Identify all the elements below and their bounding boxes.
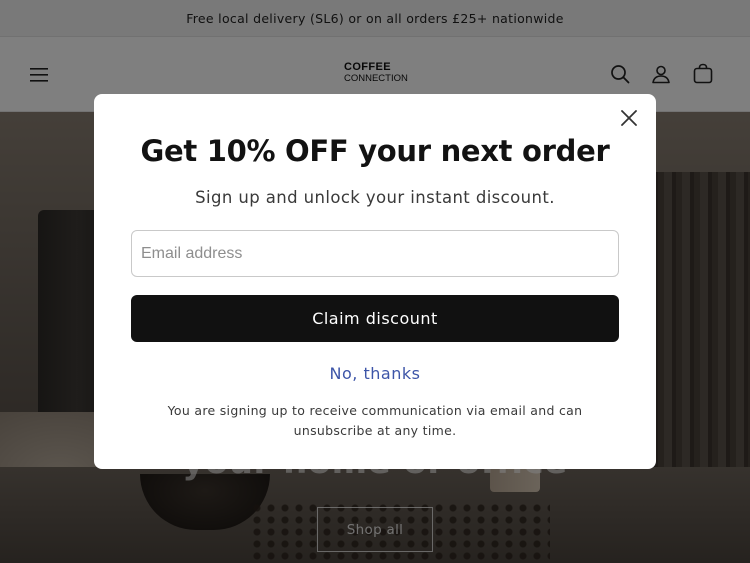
popup-disclaimer: You are signing up to receive communicat…	[167, 403, 583, 438]
discount-popup: Get 10% OFF your next order Sign up and …	[94, 94, 656, 469]
no-thanks-link[interactable]: No, thanks	[94, 364, 656, 383]
popup-title: Get 10% OFF your next order	[140, 134, 610, 168]
popup-subtitle: Sign up and unlock your instant discount…	[195, 188, 555, 207]
claim-discount-button[interactable]: Claim discount	[131, 295, 619, 342]
email-field[interactable]	[131, 230, 619, 277]
close-icon[interactable]	[617, 106, 641, 130]
